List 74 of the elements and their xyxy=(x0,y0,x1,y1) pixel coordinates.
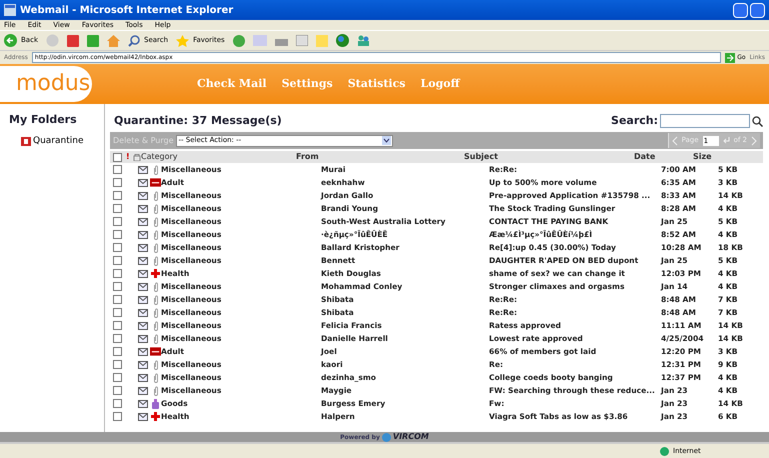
dropdown-caret-icon xyxy=(382,136,391,145)
envelope-icon xyxy=(138,204,148,212)
folder-item[interactable]: Quarantine xyxy=(33,134,84,148)
bottle-icon xyxy=(152,398,159,408)
maximize-button[interactable] xyxy=(750,2,765,18)
row-checkbox[interactable] xyxy=(113,321,122,330)
envelope-icon xyxy=(138,308,148,316)
envelope-icon xyxy=(138,374,148,382)
envelope-icon xyxy=(138,178,148,186)
row-checkbox[interactable] xyxy=(113,308,122,317)
people-icon[interactable] xyxy=(356,34,370,46)
envelope-icon xyxy=(138,244,148,252)
row-checkbox[interactable] xyxy=(113,191,122,200)
envelope-icon xyxy=(138,282,148,290)
search-icon xyxy=(128,34,140,46)
search-label: Search: xyxy=(611,112,658,129)
row-checkbox[interactable] xyxy=(113,295,122,304)
column-header[interactable]: Date xyxy=(634,151,693,163)
adult-icon xyxy=(150,178,161,187)
select-all-checkbox[interactable] xyxy=(113,152,122,162)
row-checkbox[interactable] xyxy=(113,373,122,382)
row-checkbox[interactable] xyxy=(113,399,122,408)
browser-icon xyxy=(4,4,16,16)
envelope-icon xyxy=(138,166,148,174)
priority-mark: ! xyxy=(126,151,131,163)
row-checkbox[interactable] xyxy=(113,386,122,395)
envelope-icon xyxy=(138,360,148,368)
row-checkbox[interactable] xyxy=(113,412,122,421)
envelope-icon xyxy=(138,218,148,226)
back-arrow-icon xyxy=(4,34,17,47)
envelope-icon xyxy=(138,412,148,420)
star-icon xyxy=(176,34,190,46)
envelope-icon xyxy=(138,322,148,330)
envelope-icon xyxy=(138,296,148,304)
envelope-icon xyxy=(138,400,148,408)
column-header[interactable]: Subject xyxy=(464,151,634,163)
row-checkbox[interactable] xyxy=(113,243,122,252)
row-checkbox[interactable] xyxy=(113,282,122,291)
row-checkbox[interactable] xyxy=(113,269,122,278)
go-arrow-icon xyxy=(725,52,736,62)
enter-icon xyxy=(722,137,730,144)
envelope-icon xyxy=(138,230,148,238)
folder-icon xyxy=(21,136,31,146)
paperclip-icon xyxy=(152,164,158,174)
minimize-button[interactable] xyxy=(733,2,748,18)
sidebar-title: My Folders xyxy=(9,112,78,128)
search-icon[interactable] xyxy=(752,116,763,126)
row-checkbox[interactable] xyxy=(113,217,122,226)
column-header[interactable]: From xyxy=(296,151,464,163)
row-checkbox[interactable] xyxy=(113,165,122,174)
row-checkbox[interactable] xyxy=(113,256,122,265)
envelope-icon xyxy=(138,256,148,264)
envelope-icon xyxy=(138,270,148,278)
envelope-icon xyxy=(138,334,148,342)
envelope-icon xyxy=(138,348,148,356)
cross-icon xyxy=(151,269,160,278)
page-title: Quarantine: 37 Message(s) xyxy=(114,112,282,129)
window-title: Webmail - Microsoft Internet Explorer xyxy=(20,4,234,18)
column-header[interactable]: Category xyxy=(141,151,296,163)
envelope-icon xyxy=(138,192,148,200)
envelope-icon xyxy=(138,386,148,394)
cross-icon xyxy=(151,412,160,421)
row-checkbox[interactable] xyxy=(113,230,122,239)
row-checkbox[interactable] xyxy=(113,334,122,343)
search-field[interactable] xyxy=(660,114,750,128)
adult-icon xyxy=(150,347,161,356)
brand-text: VIRCOM xyxy=(392,431,429,443)
row-checkbox[interactable] xyxy=(113,204,122,213)
lock-icon xyxy=(133,153,141,161)
row-checkbox[interactable] xyxy=(113,360,122,369)
logo-text: modus xyxy=(16,73,90,95)
column-header[interactable]: Size xyxy=(693,151,733,163)
row-checkbox[interactable] xyxy=(113,178,122,187)
row-checkbox[interactable] xyxy=(113,347,122,356)
